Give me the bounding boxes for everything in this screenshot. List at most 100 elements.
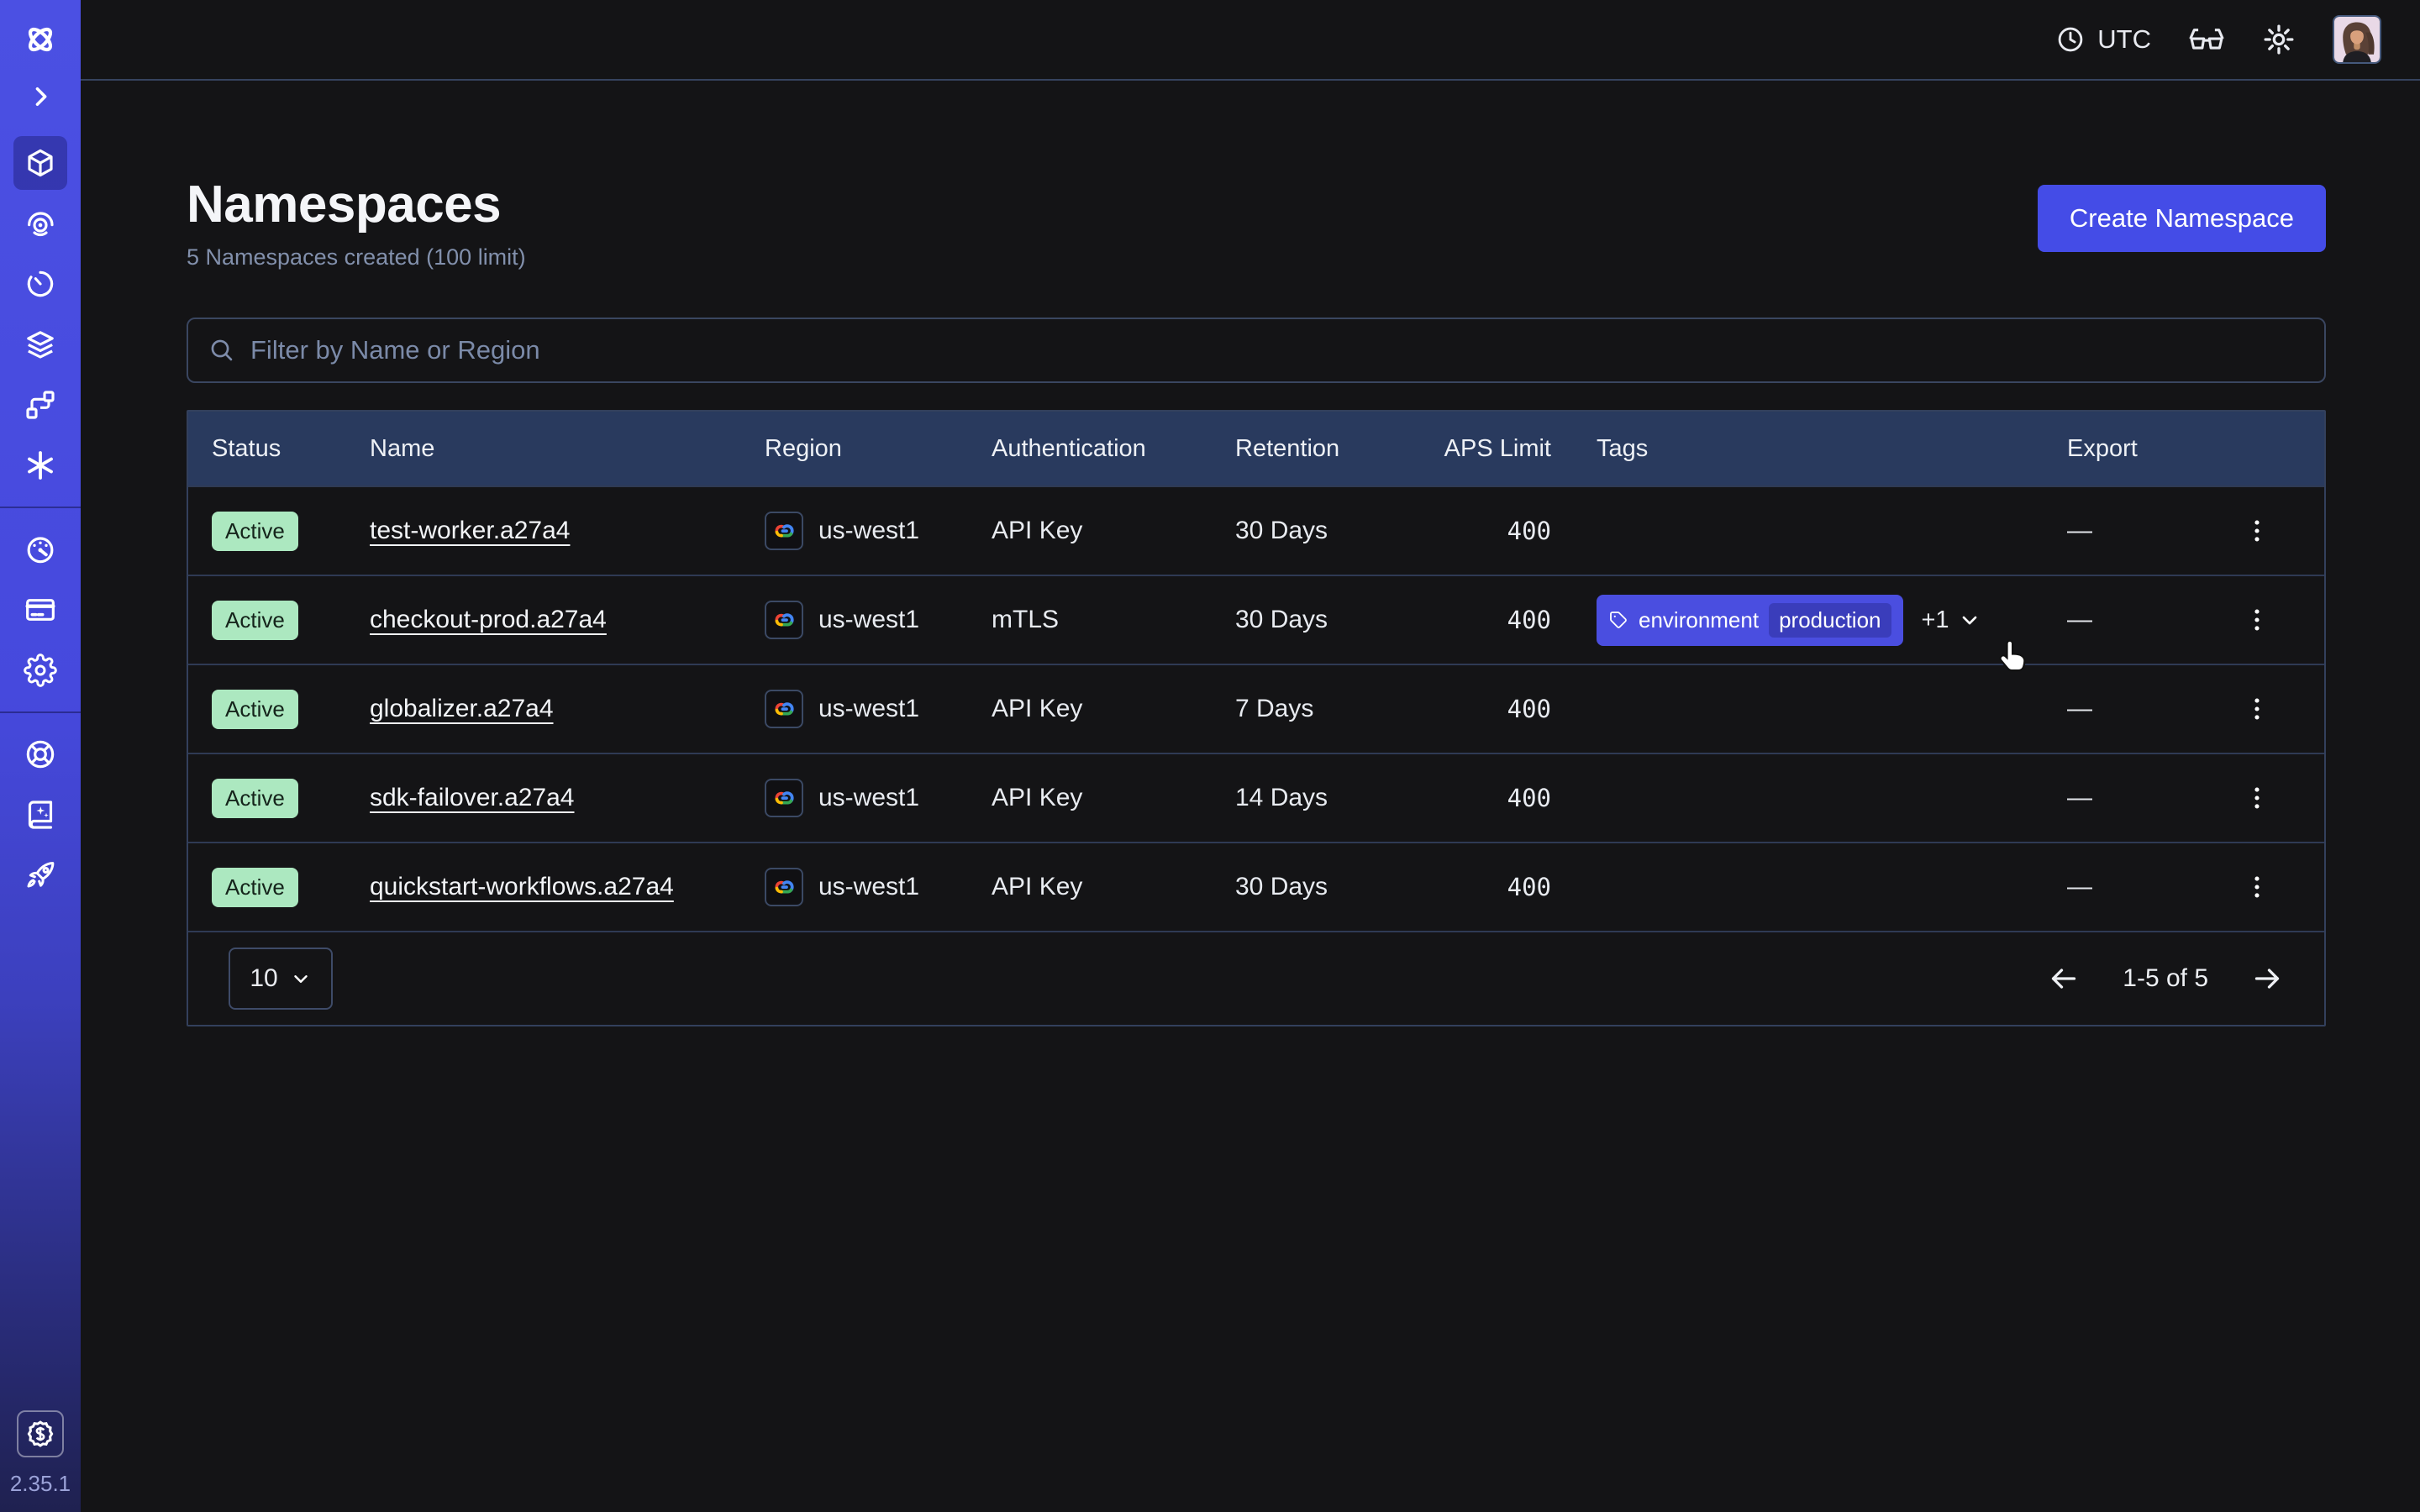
- sidebar-item-batch-operations[interactable]: [13, 378, 67, 432]
- row-menu-button[interactable]: [2233, 596, 2281, 643]
- region-label: us-west1: [818, 873, 919, 901]
- auth-value: API Key: [968, 784, 1212, 812]
- aps-limit-value: 400: [1413, 695, 1573, 723]
- export-value: —: [2067, 873, 2092, 901]
- support-lifering-icon: [24, 738, 57, 771]
- billing-card-icon: [24, 593, 57, 627]
- sidebar-item-get-started[interactable]: [13, 848, 67, 902]
- table-row: Active test-worker.a27a4 us-west1 API Ke…: [188, 486, 2324, 575]
- chevron-down-icon: [1958, 608, 1981, 632]
- tag-pill[interactable]: environment production: [1597, 595, 1903, 646]
- page-size-select[interactable]: 10: [229, 948, 333, 1010]
- aps-limit-value: 400: [1413, 606, 1573, 634]
- schedules-timer-icon: [24, 267, 57, 301]
- sidebar-nav-account: [13, 519, 67, 701]
- export-value: —: [2067, 784, 2092, 812]
- settings-gear-icon: [24, 654, 57, 687]
- sidebar-item-usage[interactable]: [13, 522, 67, 576]
- user-avatar[interactable]: [2333, 15, 2381, 64]
- region-label: us-west1: [818, 517, 919, 545]
- tags-cell: environment production +1: [1573, 595, 2044, 646]
- pagination: 1-5 of 5: [2047, 962, 2284, 995]
- sidebar-item-nexus[interactable]: [13, 438, 67, 492]
- sidebar-bottom: 2.35.1: [10, 1410, 71, 1512]
- auth-value: API Key: [968, 517, 1212, 545]
- plan-button[interactable]: [17, 1410, 64, 1457]
- retention-value: 7 Days: [1212, 695, 1413, 723]
- retention-value: 30 Days: [1212, 606, 1413, 634]
- next-page-button[interactable]: [2250, 962, 2284, 995]
- retention-value: 30 Days: [1212, 517, 1413, 545]
- prev-page-button[interactable]: [2047, 962, 2081, 995]
- page-header: Namespaces 5 Namespaces created (100 lim…: [187, 175, 2326, 270]
- nexus-asterisk-icon: [24, 449, 57, 482]
- namespace-link[interactable]: sdk-failover.a27a4: [370, 784, 575, 811]
- get-started-rocket-icon: [24, 858, 57, 892]
- sidebar-item-deployments[interactable]: [13, 318, 67, 371]
- filter-input[interactable]: [250, 335, 2304, 365]
- namespace-link[interactable]: checkout-prod.a27a4: [370, 606, 607, 633]
- page-size-value: 10: [250, 964, 277, 993]
- timezone-label: UTC: [2097, 24, 2151, 55]
- row-menu-button[interactable]: [2233, 685, 2281, 732]
- tags-more-toggle[interactable]: +1: [1922, 606, 1981, 634]
- deployments-layers-icon: [24, 328, 57, 361]
- region-label: us-west1: [818, 606, 919, 634]
- export-value: —: [2067, 695, 2092, 723]
- status-badge: Active: [212, 601, 298, 640]
- row-menu-button[interactable]: [2233, 864, 2281, 911]
- export-value: —: [2067, 606, 2092, 634]
- sidebar-item-schedules[interactable]: [13, 257, 67, 311]
- batch-workflow-icon: [24, 388, 57, 422]
- sidebar-item-support[interactable]: [13, 727, 67, 781]
- app-version: 2.35.1: [10, 1471, 71, 1497]
- table-header-row: Status Name Region Authentication Retent…: [188, 412, 2324, 486]
- sidebar-item-workflows[interactable]: [13, 197, 67, 250]
- timezone-selector[interactable]: UTC: [2055, 24, 2151, 55]
- tags-more-count: +1: [1922, 606, 1949, 634]
- workflows-iris-icon: [24, 207, 57, 240]
- header-aps-limit: APS Limit: [1413, 435, 1573, 463]
- sidebar-item-namespaces[interactable]: [13, 136, 67, 190]
- pagination-range: 1-5 of 5: [2123, 964, 2208, 993]
- sidebar-item-docs[interactable]: [13, 788, 67, 842]
- namespace-link[interactable]: test-worker.a27a4: [370, 517, 570, 544]
- sidebar-item-settings[interactable]: [13, 643, 67, 697]
- gcp-region-icon: [765, 512, 803, 550]
- tag-icon: [1608, 610, 1628, 630]
- theme-sun-button[interactable]: [2262, 23, 2296, 56]
- aps-limit-value: 400: [1413, 784, 1573, 812]
- namespaces-cube-icon: [24, 146, 57, 180]
- status-badge: Active: [212, 779, 298, 818]
- namespace-link[interactable]: quickstart-workflows.a27a4: [370, 873, 674, 900]
- auth-value: mTLS: [968, 606, 1212, 634]
- gcp-region-icon: [765, 601, 803, 639]
- main-content: Namespaces 5 Namespaces created (100 lim…: [81, 175, 2420, 1026]
- aps-limit-value: 400: [1413, 873, 1573, 901]
- status-badge: Active: [212, 868, 298, 907]
- row-menu-button[interactable]: [2233, 507, 2281, 554]
- sidebar-item-billing[interactable]: [13, 583, 67, 637]
- status-badge: Active: [212, 512, 298, 551]
- row-menu-button[interactable]: [2233, 774, 2281, 822]
- table-row: Active sdk-failover.a27a4 us-west1 API K…: [188, 753, 2324, 842]
- retention-value: 14 Days: [1212, 784, 1413, 812]
- header-region: Region: [741, 435, 968, 463]
- clock-icon: [2055, 24, 2086, 55]
- create-namespace-button[interactable]: Create Namespace: [2038, 185, 2326, 252]
- sidebar-nav: [13, 133, 67, 496]
- sidebar-divider: [0, 507, 81, 508]
- region-label: us-west1: [818, 784, 919, 812]
- gcp-region-icon: [765, 779, 803, 817]
- table-footer: 10 1-5 of 5: [188, 931, 2324, 1025]
- header-tags: Tags: [1573, 435, 2044, 463]
- temporal-logo-icon[interactable]: [21, 20, 60, 59]
- sidebar-expand-button[interactable]: [26, 82, 55, 111]
- table-row: Active quickstart-workflows.a27a4 us-wes…: [188, 842, 2324, 931]
- sidebar-nav-help: [13, 724, 67, 906]
- status-badge: Active: [212, 690, 298, 729]
- sidebar-divider-2: [0, 711, 81, 713]
- labs-glasses-button[interactable]: [2188, 25, 2225, 54]
- header-authentication: Authentication: [968, 435, 1212, 463]
- namespace-link[interactable]: globalizer.a27a4: [370, 695, 554, 722]
